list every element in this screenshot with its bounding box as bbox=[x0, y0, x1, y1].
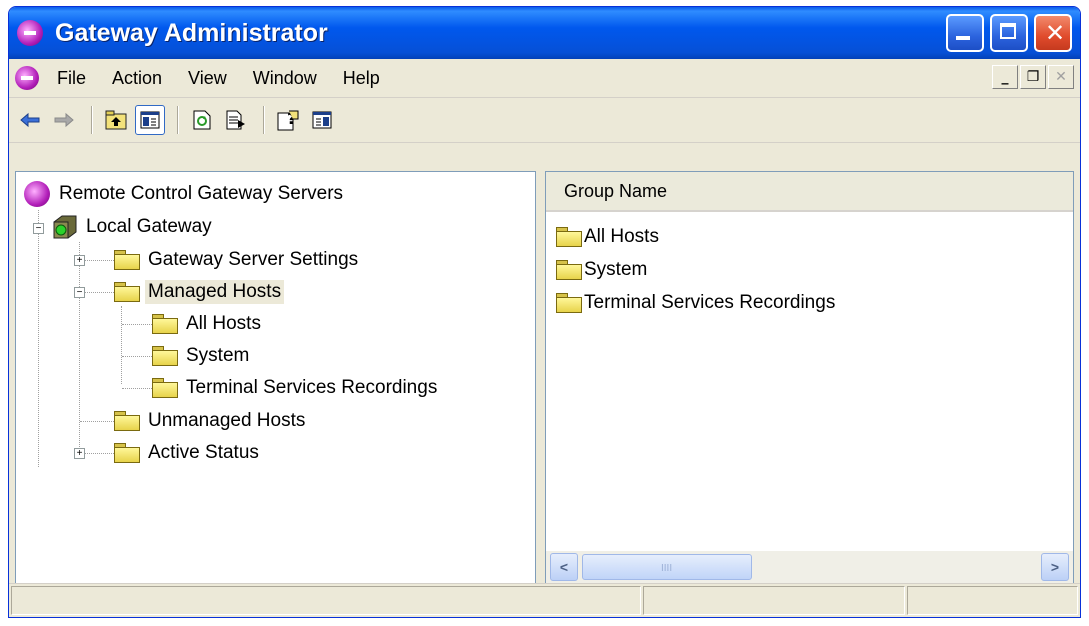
child-close-button: ✕ bbox=[1048, 65, 1074, 89]
folder-icon bbox=[152, 346, 178, 366]
tree-node-managed-hosts[interactable]: Managed Hosts bbox=[114, 278, 285, 306]
collapse-managed-hosts-button[interactable]: − bbox=[74, 287, 85, 298]
tree-node-all-hosts[interactable]: All Hosts bbox=[152, 310, 264, 338]
status-cell bbox=[643, 586, 905, 615]
tree-node-label: Unmanaged Hosts bbox=[148, 410, 306, 431]
refresh-icon bbox=[193, 110, 211, 130]
folder-icon bbox=[152, 314, 178, 334]
tree-node-label: Terminal Services Recordings bbox=[186, 377, 438, 398]
child-restore-button[interactable]: ❐ bbox=[1020, 65, 1046, 89]
tree-line bbox=[79, 242, 80, 447]
back-button[interactable] bbox=[15, 105, 45, 135]
menu-help[interactable]: Help bbox=[339, 66, 384, 91]
folder-icon bbox=[114, 282, 140, 302]
horizontal-scrollbar[interactable]: < IIII > bbox=[546, 551, 1073, 583]
tree-line bbox=[122, 324, 152, 325]
show-hide-console-tree-icon bbox=[140, 111, 160, 129]
folder-icon bbox=[114, 250, 140, 270]
up-one-level-icon bbox=[105, 110, 127, 130]
tree-node-label: All Hosts bbox=[186, 313, 261, 334]
maximize-button[interactable] bbox=[990, 14, 1028, 52]
menu-window[interactable]: Window bbox=[249, 66, 321, 91]
tree-line bbox=[80, 453, 114, 454]
folder-icon bbox=[556, 260, 582, 280]
tree-line bbox=[80, 260, 114, 261]
window-title: Gateway Administrator bbox=[55, 18, 328, 47]
tree-line bbox=[38, 210, 39, 467]
console-tree-pane[interactable]: − + − + Remote Control Gateway Servers L… bbox=[15, 171, 536, 584]
folder-icon bbox=[556, 227, 582, 247]
toolbar-separator bbox=[263, 106, 265, 134]
help-icon: ? bbox=[277, 109, 299, 131]
tree-line bbox=[122, 356, 152, 357]
tree-line bbox=[121, 306, 122, 384]
toolbar-separator bbox=[91, 106, 93, 134]
gateway-servers-icon bbox=[24, 181, 50, 207]
list-item-label: All Hosts bbox=[584, 226, 659, 247]
gateway-app-icon[interactable] bbox=[17, 20, 43, 46]
column-header-group-name[interactable]: Group Name bbox=[546, 172, 1073, 212]
export-list-icon bbox=[226, 110, 245, 130]
toolbar-separator bbox=[177, 106, 179, 134]
back-arrow-icon bbox=[20, 112, 40, 128]
show-hide-action-pane-icon bbox=[312, 111, 332, 129]
forward-arrow-icon bbox=[54, 112, 74, 128]
tree-node-label: Remote Control Gateway Servers bbox=[59, 183, 344, 204]
refresh-button[interactable] bbox=[187, 105, 217, 135]
toolbar: ? bbox=[9, 98, 1080, 143]
gateway-administrator-window: Gateway Administrator ✕ File Action View… bbox=[8, 6, 1081, 618]
tree-line bbox=[80, 292, 114, 293]
close-button[interactable]: ✕ bbox=[1034, 14, 1072, 52]
tree-node-system[interactable]: System bbox=[152, 342, 252, 370]
result-list-pane[interactable]: Group Name All Hosts System Terminal Ser… bbox=[545, 171, 1074, 584]
tree-node-label: System bbox=[186, 345, 250, 366]
expand-active-status-button[interactable]: + bbox=[74, 448, 85, 459]
tree-node-active-status[interactable]: Active Status bbox=[114, 439, 262, 467]
expand-server-settings-button[interactable]: + bbox=[74, 255, 85, 266]
tree-node-local-gateway[interactable]: Local Gateway bbox=[50, 213, 215, 241]
status-cell bbox=[11, 586, 641, 615]
tree-node-label: Local Gateway bbox=[86, 216, 212, 237]
tree-node-terminal-services-recordings[interactable]: Terminal Services Recordings bbox=[152, 374, 440, 402]
tree-node-gateway-server-settings[interactable]: Gateway Server Settings bbox=[114, 246, 361, 274]
tree-node-label: Active Status bbox=[148, 442, 259, 463]
help-button[interactable]: ? bbox=[273, 105, 303, 135]
show-hide-console-tree-button[interactable] bbox=[135, 105, 165, 135]
scrollbar-grip-icon: IIII bbox=[661, 563, 673, 574]
list-item[interactable]: System bbox=[556, 256, 647, 284]
menu-bar: File Action View Window Help _ ❐ ✕ bbox=[9, 59, 1080, 98]
tree-node-unmanaged-hosts[interactable]: Unmanaged Hosts bbox=[114, 407, 308, 435]
minimize-button[interactable] bbox=[946, 14, 984, 52]
list-item[interactable]: All Hosts bbox=[556, 223, 659, 251]
folder-icon bbox=[152, 378, 178, 398]
menu-view[interactable]: View bbox=[184, 66, 231, 91]
folder-icon bbox=[556, 293, 582, 313]
export-list-button[interactable] bbox=[221, 105, 251, 135]
show-hide-action-pane-button[interactable] bbox=[307, 105, 337, 135]
up-one-level-button[interactable] bbox=[101, 105, 131, 135]
tree-line bbox=[80, 421, 114, 422]
scroll-right-button[interactable]: > bbox=[1041, 553, 1069, 581]
tree-node-root[interactable]: Remote Control Gateway Servers bbox=[24, 180, 346, 208]
gateway-server-icon bbox=[53, 215, 77, 239]
folder-icon bbox=[114, 411, 140, 431]
collapse-local-gateway-button[interactable]: − bbox=[33, 223, 44, 234]
title-bar[interactable]: Gateway Administrator ✕ bbox=[9, 7, 1080, 59]
forward-button[interactable] bbox=[49, 105, 79, 135]
tree-line bbox=[122, 388, 152, 389]
status-bar bbox=[9, 583, 1080, 617]
child-minimize-button[interactable]: _ bbox=[992, 65, 1018, 89]
status-cell bbox=[907, 586, 1078, 615]
folder-icon bbox=[114, 443, 140, 463]
list-item-label: Terminal Services Recordings bbox=[584, 292, 836, 313]
list-item[interactable]: Terminal Services Recordings bbox=[556, 289, 835, 317]
list-item-label: System bbox=[584, 259, 648, 280]
scrollbar-thumb[interactable]: IIII bbox=[582, 554, 752, 580]
menu-file[interactable]: File bbox=[53, 66, 90, 91]
tree-node-label: Managed Hosts bbox=[145, 280, 285, 304]
menu-action[interactable]: Action bbox=[108, 66, 166, 91]
tree-node-label: Gateway Server Settings bbox=[148, 249, 359, 270]
mmc-system-menu-icon[interactable] bbox=[15, 66, 39, 90]
scroll-left-button[interactable]: < bbox=[550, 553, 578, 581]
